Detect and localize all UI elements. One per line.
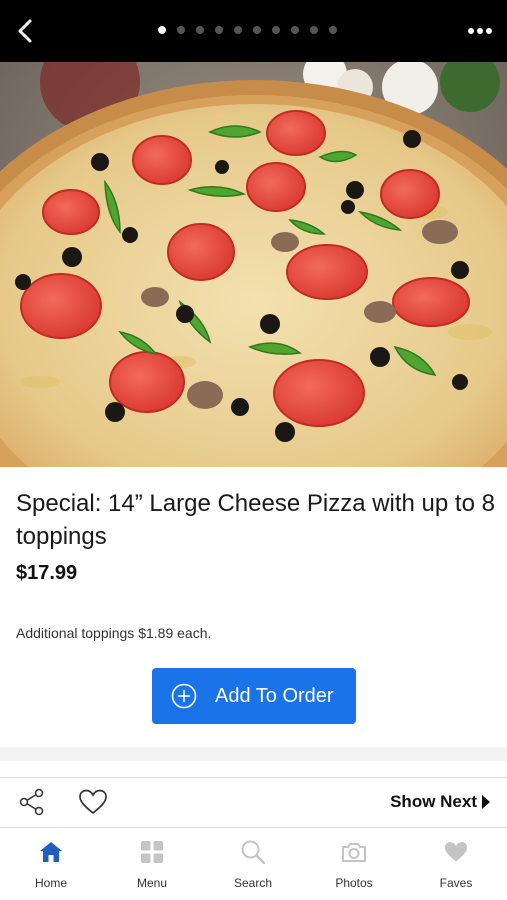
tab-label: Faves	[439, 876, 473, 890]
item-title: Special: 14” Large Cheese Pizza with up …	[16, 490, 495, 550]
divider-line	[0, 777, 507, 778]
carousel-dot[interactable]	[196, 26, 204, 34]
search-icon	[239, 838, 267, 866]
chevron-left-icon	[18, 19, 32, 43]
item-note: Additional toppings $1.89 each.	[16, 625, 212, 641]
carousel-dot[interactable]	[234, 26, 242, 34]
top-bar	[0, 0, 507, 62]
tab-faves[interactable]: Faves	[416, 838, 496, 890]
favorite-button[interactable]	[78, 788, 108, 816]
carousel-dot[interactable]	[310, 26, 318, 34]
camera-icon	[340, 838, 368, 866]
item-price: $17.99	[16, 562, 78, 584]
carousel-dot[interactable]	[253, 26, 261, 34]
heart-outline-icon	[79, 789, 107, 815]
more-icon	[468, 28, 492, 34]
tab-home[interactable]: Home	[11, 838, 91, 890]
carousel-dot[interactable]	[158, 26, 166, 34]
tab-label: Home	[34, 876, 67, 890]
tab-photos[interactable]: Photos	[314, 838, 394, 890]
carousel-dot[interactable]	[215, 26, 223, 34]
more-options-button[interactable]	[465, 18, 495, 44]
tab-label: Photos	[335, 876, 373, 890]
carousel-dot[interactable]	[291, 26, 299, 34]
section-divider	[0, 747, 507, 761]
add-to-order-button[interactable]: Add To Order	[152, 668, 356, 724]
tab-menu[interactable]: Menu	[112, 838, 192, 890]
back-button[interactable]	[12, 16, 38, 46]
grid-icon	[138, 838, 166, 866]
heart-icon	[442, 838, 470, 866]
plus-circle-icon	[171, 683, 197, 709]
show-next-label: Show Next	[390, 792, 477, 811]
tab-search[interactable]: Search	[213, 838, 293, 890]
caret-right-icon	[482, 795, 490, 809]
show-next-button[interactable]: Show Next	[390, 792, 491, 812]
share-button[interactable]	[18, 788, 46, 816]
home-icon	[37, 838, 65, 866]
add-to-order-label: Add To Order	[215, 684, 334, 707]
tab-label: Menu	[136, 876, 168, 890]
carousel-pager[interactable]	[158, 26, 337, 34]
item-photo[interactable]	[0, 62, 507, 467]
carousel-dot[interactable]	[272, 26, 280, 34]
tab-bar: Home Menu Search Photos Faves	[0, 828, 507, 900]
share-icon	[19, 788, 44, 816]
carousel-dot[interactable]	[177, 26, 185, 34]
carousel-dot[interactable]	[329, 26, 337, 34]
tab-label: Search	[233, 876, 273, 890]
pizza-image	[0, 62, 507, 467]
